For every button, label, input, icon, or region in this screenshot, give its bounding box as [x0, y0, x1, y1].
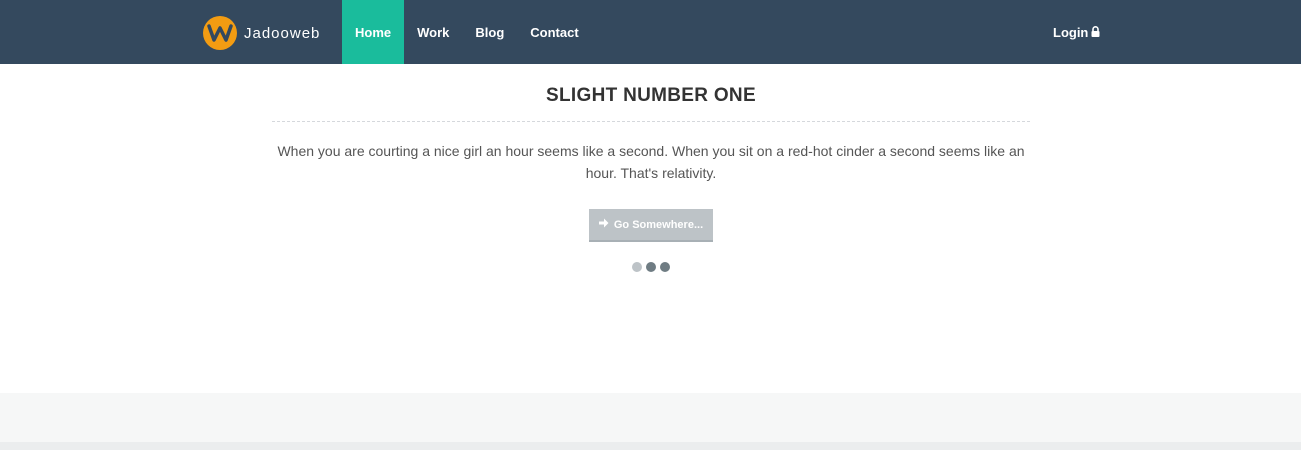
carousel-indicators [632, 262, 674, 272]
nav-home[interactable]: Home [342, 0, 405, 64]
nav-blog[interactable]: Blog [462, 0, 517, 64]
footer-divider [0, 442, 1301, 450]
nav-work[interactable]: Work [404, 0, 462, 64]
top-navbar: Jadooweb Home Work Blog Contact Login [0, 0, 1301, 64]
nav-contact-label: Contact [530, 24, 579, 40]
slide-text: When you are courting a nice girl an hou… [277, 143, 1025, 181]
nav-home-label: Home [355, 24, 392, 40]
w-logo-icon [207, 24, 233, 42]
nav-blog-label: Blog [475, 24, 505, 40]
brand-link[interactable]: Jadooweb [203, 16, 320, 50]
slide-title: SLIGHT NUMBER ONE [546, 85, 756, 106]
nav-work-label: Work [417, 24, 450, 40]
hero-slide: SLIGHT NUMBER ONE When you are courting … [272, 64, 1030, 184]
lock-icon [1091, 25, 1100, 40]
brand-name: Jadooweb [244, 24, 321, 42]
arrow-right-icon [598, 218, 609, 231]
go-somewhere-button[interactable]: Go Somewhere... [589, 209, 713, 242]
login-link[interactable]: Login [1053, 0, 1100, 64]
login-label: Login [1053, 24, 1089, 40]
carousel-dot-2[interactable] [646, 262, 656, 272]
title-divider [272, 121, 1030, 122]
main-nav: Home Work Blog Contact [342, 0, 592, 64]
carousel-dot-1[interactable] [632, 262, 642, 272]
nav-contact[interactable]: Contact [517, 0, 591, 64]
carousel-dot-3[interactable] [660, 262, 670, 272]
go-somewhere-label: Go Somewhere... [613, 218, 704, 231]
jadooweb-logo [203, 16, 237, 50]
